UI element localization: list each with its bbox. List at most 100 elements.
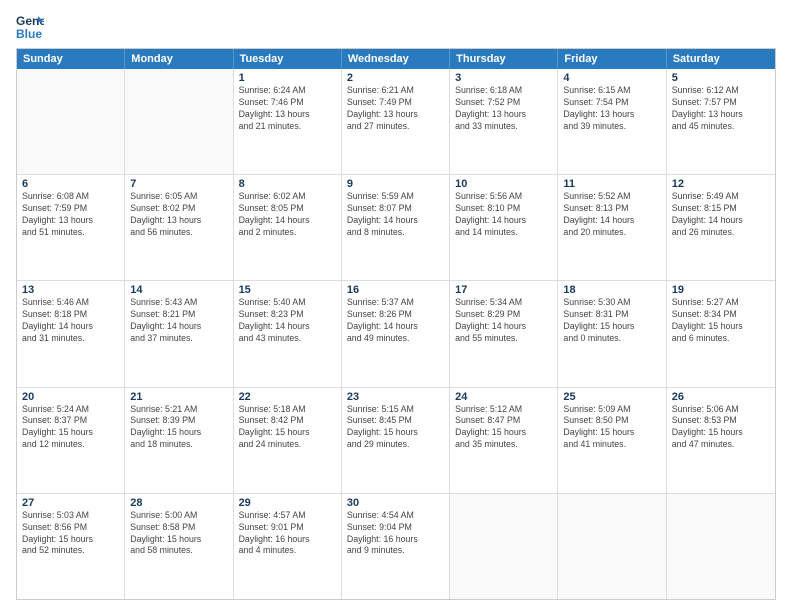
day-number: 30 xyxy=(347,497,444,509)
cal-cell: 6Sunrise: 6:08 AM Sunset: 7:59 PM Daylig… xyxy=(17,175,125,280)
cal-cell xyxy=(450,494,558,599)
cal-cell xyxy=(125,69,233,174)
day-number: 8 xyxy=(239,178,336,190)
day-number: 16 xyxy=(347,284,444,296)
cal-cell: 14Sunrise: 5:43 AM Sunset: 8:21 PM Dayli… xyxy=(125,281,233,386)
cal-cell: 11Sunrise: 5:52 AM Sunset: 8:13 PM Dayli… xyxy=(558,175,666,280)
svg-text:Blue: Blue xyxy=(16,27,42,40)
cell-info: Sunrise: 5:27 AM Sunset: 8:34 PM Dayligh… xyxy=(672,297,770,345)
cal-cell: 18Sunrise: 5:30 AM Sunset: 8:31 PM Dayli… xyxy=(558,281,666,386)
cal-cell: 12Sunrise: 5:49 AM Sunset: 8:15 PM Dayli… xyxy=(667,175,775,280)
cell-info: Sunrise: 6:02 AM Sunset: 8:05 PM Dayligh… xyxy=(239,191,336,239)
header-day-friday: Friday xyxy=(558,49,666,69)
day-number: 21 xyxy=(130,391,227,403)
page: General Blue SundayMondayTuesdayWednesda… xyxy=(0,0,792,612)
day-number: 19 xyxy=(672,284,770,296)
day-number: 24 xyxy=(455,391,552,403)
cell-info: Sunrise: 6:15 AM Sunset: 7:54 PM Dayligh… xyxy=(563,85,660,133)
cell-info: Sunrise: 5:03 AM Sunset: 8:56 PM Dayligh… xyxy=(22,510,119,558)
cal-cell: 15Sunrise: 5:40 AM Sunset: 8:23 PM Dayli… xyxy=(234,281,342,386)
calendar-row-2: 13Sunrise: 5:46 AM Sunset: 8:18 PM Dayli… xyxy=(17,281,775,387)
cell-info: Sunrise: 5:30 AM Sunset: 8:31 PM Dayligh… xyxy=(563,297,660,345)
cal-cell: 2Sunrise: 6:21 AM Sunset: 7:49 PM Daylig… xyxy=(342,69,450,174)
cal-cell: 24Sunrise: 5:12 AM Sunset: 8:47 PM Dayli… xyxy=(450,388,558,493)
cell-info: Sunrise: 6:21 AM Sunset: 7:49 PM Dayligh… xyxy=(347,85,444,133)
day-number: 1 xyxy=(239,72,336,84)
cell-info: Sunrise: 5:49 AM Sunset: 8:15 PM Dayligh… xyxy=(672,191,770,239)
day-number: 25 xyxy=(563,391,660,403)
cal-cell: 5Sunrise: 6:12 AM Sunset: 7:57 PM Daylig… xyxy=(667,69,775,174)
day-number: 26 xyxy=(672,391,770,403)
cal-cell: 8Sunrise: 6:02 AM Sunset: 8:05 PM Daylig… xyxy=(234,175,342,280)
cell-info: Sunrise: 6:08 AM Sunset: 7:59 PM Dayligh… xyxy=(22,191,119,239)
header-day-saturday: Saturday xyxy=(667,49,775,69)
cal-cell: 16Sunrise: 5:37 AM Sunset: 8:26 PM Dayli… xyxy=(342,281,450,386)
cal-cell: 23Sunrise: 5:15 AM Sunset: 8:45 PM Dayli… xyxy=(342,388,450,493)
logo-icon: General Blue xyxy=(16,12,44,40)
cell-info: Sunrise: 6:12 AM Sunset: 7:57 PM Dayligh… xyxy=(672,85,770,133)
day-number: 13 xyxy=(22,284,119,296)
cell-info: Sunrise: 5:46 AM Sunset: 8:18 PM Dayligh… xyxy=(22,297,119,345)
cal-cell: 17Sunrise: 5:34 AM Sunset: 8:29 PM Dayli… xyxy=(450,281,558,386)
cal-cell: 3Sunrise: 6:18 AM Sunset: 7:52 PM Daylig… xyxy=(450,69,558,174)
calendar-row-0: 1Sunrise: 6:24 AM Sunset: 7:46 PM Daylig… xyxy=(17,69,775,175)
day-number: 10 xyxy=(455,178,552,190)
cell-info: Sunrise: 5:24 AM Sunset: 8:37 PM Dayligh… xyxy=(22,404,119,452)
calendar-row-1: 6Sunrise: 6:08 AM Sunset: 7:59 PM Daylig… xyxy=(17,175,775,281)
day-number: 5 xyxy=(672,72,770,84)
cell-info: Sunrise: 4:54 AM Sunset: 9:04 PM Dayligh… xyxy=(347,510,444,558)
cal-cell: 27Sunrise: 5:03 AM Sunset: 8:56 PM Dayli… xyxy=(17,494,125,599)
cal-cell: 22Sunrise: 5:18 AM Sunset: 8:42 PM Dayli… xyxy=(234,388,342,493)
cell-info: Sunrise: 5:52 AM Sunset: 8:13 PM Dayligh… xyxy=(563,191,660,239)
cell-info: Sunrise: 6:05 AM Sunset: 8:02 PM Dayligh… xyxy=(130,191,227,239)
day-number: 23 xyxy=(347,391,444,403)
day-number: 14 xyxy=(130,284,227,296)
cal-cell: 21Sunrise: 5:21 AM Sunset: 8:39 PM Dayli… xyxy=(125,388,233,493)
day-number: 9 xyxy=(347,178,444,190)
cal-cell: 30Sunrise: 4:54 AM Sunset: 9:04 PM Dayli… xyxy=(342,494,450,599)
day-number: 2 xyxy=(347,72,444,84)
cal-cell: 7Sunrise: 6:05 AM Sunset: 8:02 PM Daylig… xyxy=(125,175,233,280)
calendar: SundayMondayTuesdayWednesdayThursdayFrid… xyxy=(16,48,776,600)
cal-cell: 4Sunrise: 6:15 AM Sunset: 7:54 PM Daylig… xyxy=(558,69,666,174)
day-number: 15 xyxy=(239,284,336,296)
day-number: 18 xyxy=(563,284,660,296)
cell-info: Sunrise: 5:43 AM Sunset: 8:21 PM Dayligh… xyxy=(130,297,227,345)
header-day-sunday: Sunday xyxy=(17,49,125,69)
cell-info: Sunrise: 5:18 AM Sunset: 8:42 PM Dayligh… xyxy=(239,404,336,452)
cell-info: Sunrise: 6:24 AM Sunset: 7:46 PM Dayligh… xyxy=(239,85,336,133)
day-number: 3 xyxy=(455,72,552,84)
day-number: 20 xyxy=(22,391,119,403)
cal-cell xyxy=(17,69,125,174)
cell-info: Sunrise: 5:06 AM Sunset: 8:53 PM Dayligh… xyxy=(672,404,770,452)
calendar-row-4: 27Sunrise: 5:03 AM Sunset: 8:56 PM Dayli… xyxy=(17,494,775,599)
cal-cell: 13Sunrise: 5:46 AM Sunset: 8:18 PM Dayli… xyxy=(17,281,125,386)
cell-info: Sunrise: 5:12 AM Sunset: 8:47 PM Dayligh… xyxy=(455,404,552,452)
cal-cell xyxy=(558,494,666,599)
day-number: 22 xyxy=(239,391,336,403)
cell-info: Sunrise: 5:59 AM Sunset: 8:07 PM Dayligh… xyxy=(347,191,444,239)
cell-info: Sunrise: 6:18 AM Sunset: 7:52 PM Dayligh… xyxy=(455,85,552,133)
day-number: 27 xyxy=(22,497,119,509)
calendar-header: SundayMondayTuesdayWednesdayThursdayFrid… xyxy=(17,49,775,69)
cell-info: Sunrise: 5:37 AM Sunset: 8:26 PM Dayligh… xyxy=(347,297,444,345)
header: General Blue xyxy=(16,12,776,40)
cal-cell: 28Sunrise: 5:00 AM Sunset: 8:58 PM Dayli… xyxy=(125,494,233,599)
calendar-body: 1Sunrise: 6:24 AM Sunset: 7:46 PM Daylig… xyxy=(17,69,775,599)
cal-cell: 20Sunrise: 5:24 AM Sunset: 8:37 PM Dayli… xyxy=(17,388,125,493)
calendar-row-3: 20Sunrise: 5:24 AM Sunset: 8:37 PM Dayli… xyxy=(17,388,775,494)
cal-cell: 1Sunrise: 6:24 AM Sunset: 7:46 PM Daylig… xyxy=(234,69,342,174)
day-number: 17 xyxy=(455,284,552,296)
cal-cell: 26Sunrise: 5:06 AM Sunset: 8:53 PM Dayli… xyxy=(667,388,775,493)
cell-info: Sunrise: 5:09 AM Sunset: 8:50 PM Dayligh… xyxy=(563,404,660,452)
cal-cell: 29Sunrise: 4:57 AM Sunset: 9:01 PM Dayli… xyxy=(234,494,342,599)
cal-cell: 19Sunrise: 5:27 AM Sunset: 8:34 PM Dayli… xyxy=(667,281,775,386)
day-number: 11 xyxy=(563,178,660,190)
day-number: 29 xyxy=(239,497,336,509)
cell-info: Sunrise: 5:21 AM Sunset: 8:39 PM Dayligh… xyxy=(130,404,227,452)
cell-info: Sunrise: 5:15 AM Sunset: 8:45 PM Dayligh… xyxy=(347,404,444,452)
cell-info: Sunrise: 5:34 AM Sunset: 8:29 PM Dayligh… xyxy=(455,297,552,345)
header-day-monday: Monday xyxy=(125,49,233,69)
cell-info: Sunrise: 5:40 AM Sunset: 8:23 PM Dayligh… xyxy=(239,297,336,345)
cal-cell: 9Sunrise: 5:59 AM Sunset: 8:07 PM Daylig… xyxy=(342,175,450,280)
